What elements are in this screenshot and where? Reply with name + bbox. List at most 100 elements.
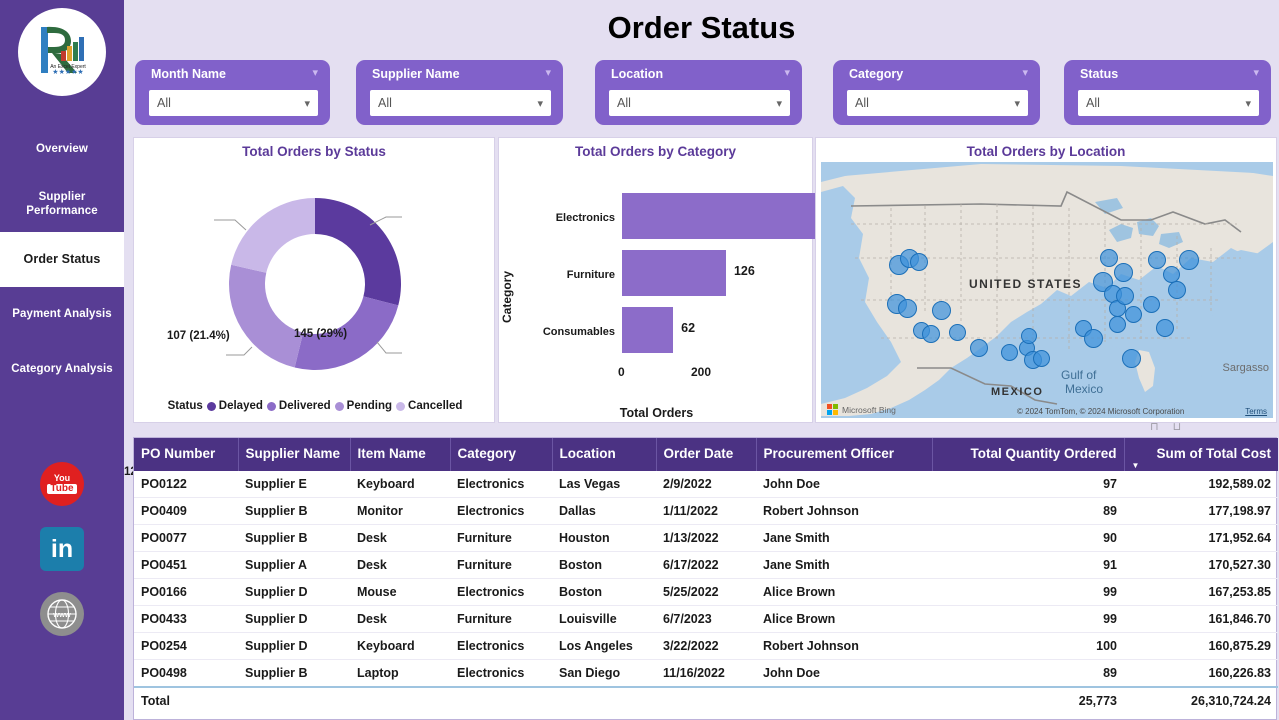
column-header-order-date[interactable]: Order Date: [656, 438, 756, 471]
column-header-supplier-name[interactable]: Supplier Name: [238, 438, 350, 471]
website-icon[interactable]: www: [40, 592, 84, 636]
map-bubble[interactable]: [1100, 249, 1118, 267]
donut-slice-delayed[interactable]: [315, 198, 401, 305]
chevron-down-icon: ▾: [1245, 97, 1251, 110]
bar-chart-x-axis-label: Total Orders: [499, 406, 814, 420]
column-header-po-number[interactable]: PO Number: [134, 438, 238, 471]
slicer-location[interactable]: Location ▾ All ▾: [595, 60, 802, 125]
cell-category: Electronics: [450, 471, 552, 498]
slicer-dropdown[interactable]: All ▾: [847, 90, 1028, 116]
table-row[interactable]: PO0451Supplier ADeskFurnitureBoston6/17/…: [134, 552, 1278, 579]
table-row[interactable]: PO0433Supplier DDeskFurnitureLouisville6…: [134, 606, 1278, 633]
map-bubble[interactable]: [1168, 281, 1186, 299]
cell-procurement-officer: Robert Johnson: [756, 633, 932, 660]
map-bubble[interactable]: [910, 253, 928, 271]
map-bubble[interactable]: [1114, 263, 1133, 282]
map-bubble[interactable]: [1109, 316, 1126, 333]
map-bubble[interactable]: [1001, 344, 1018, 361]
legend-item-pending[interactable]: Pending: [335, 400, 392, 412]
cell-order-date: 2/9/2022: [656, 471, 756, 498]
chevron-down-icon: ▾: [537, 97, 543, 110]
cell-po-number: PO0254: [134, 633, 238, 660]
table-row[interactable]: PO0409Supplier BMonitorElectronicsDallas…: [134, 498, 1278, 525]
table-row[interactable]: PO0077Supplier BDeskFurnitureHouston1/13…: [134, 525, 1278, 552]
column-header-label: Category: [458, 446, 517, 461]
donut-label-delayed: 145 (29%): [294, 328, 347, 340]
sidebar-item-order-status[interactable]: Order Status: [0, 232, 124, 287]
table-row[interactable]: PO0166Supplier DMouseElectronicsBoston5/…: [134, 579, 1278, 606]
chevron-down-icon[interactable]: ▾: [1022, 68, 1028, 79]
table-row[interactable]: PO0122Supplier EKeyboardElectronicsLas V…: [134, 471, 1278, 498]
column-header-category[interactable]: Category: [450, 438, 552, 471]
map-bubble[interactable]: [922, 325, 940, 343]
legend-item-cancelled[interactable]: Cancelled: [396, 400, 462, 412]
sidebar-item-payment-analysis[interactable]: Payment Analysis: [0, 287, 124, 342]
filter-icon[interactable]: ⊓: [1150, 420, 1159, 433]
sidebar-item-overview[interactable]: Overview: [0, 122, 124, 177]
slicer-supplier-name[interactable]: Supplier Name ▾ All ▾: [356, 60, 563, 125]
sidebar-item-category-analysis[interactable]: Category Analysis: [0, 342, 124, 397]
cell-procurement-officer: Jane Smith: [756, 525, 932, 552]
chevron-down-icon[interactable]: ▾: [545, 68, 551, 79]
map-bubble[interactable]: [970, 339, 988, 357]
slicer-dropdown[interactable]: All ▾: [1078, 90, 1259, 116]
chevron-down-icon[interactable]: ▾: [312, 68, 318, 79]
focus-mode-icon[interactable]: ⊔: [1173, 420, 1182, 433]
legend-item-delayed[interactable]: Delayed: [207, 400, 263, 412]
bar-consumables[interactable]: [622, 307, 673, 353]
column-header-item-name[interactable]: Item Name: [350, 438, 450, 471]
slicer-category[interactable]: Category ▾ All ▾: [833, 60, 1040, 125]
column-header-procurement-officer[interactable]: Procurement Officer: [756, 438, 932, 471]
table-row[interactable]: PO0254Supplier DKeyboardElectronicsLos A…: [134, 633, 1278, 660]
bar-chart-visual[interactable]: Total Orders by Category Category Electr…: [498, 137, 813, 423]
table-body: PO0122Supplier EKeyboardElectronicsLas V…: [134, 471, 1278, 687]
cell-supplier-name: Supplier B: [238, 498, 350, 525]
cell-order-date: 6/7/2023: [656, 606, 756, 633]
legend-item-delivered[interactable]: Delivered: [267, 400, 331, 412]
map-bubble[interactable]: [1163, 266, 1180, 283]
linkedin-icon-label: in: [40, 527, 84, 571]
map-bubble[interactable]: [898, 299, 917, 318]
sidebar-item-supplier-performance[interactable]: Supplier Performance: [0, 177, 124, 232]
chevron-down-icon[interactable]: ▾: [1253, 68, 1259, 79]
slicer-dropdown[interactable]: All ▾: [370, 90, 551, 116]
map-bubble[interactable]: [949, 324, 966, 341]
slicer-dropdown[interactable]: All ▾: [609, 90, 790, 116]
donut-slice-pending[interactable]: [229, 265, 303, 368]
donut-slice-cancelled[interactable]: [231, 198, 315, 273]
table-row[interactable]: PO0498Supplier BLaptopElectronicsSan Die…: [134, 660, 1278, 688]
slicer-status[interactable]: Status ▾ All ▾: [1064, 60, 1271, 125]
linkedin-icon[interactable]: in: [40, 527, 84, 571]
cell-item-name: Mouse: [350, 579, 450, 606]
map-bubble[interactable]: [1033, 350, 1050, 367]
slicer-dropdown[interactable]: All ▾: [149, 90, 318, 116]
map-bubble[interactable]: [1148, 251, 1166, 269]
map-bubble[interactable]: [1122, 349, 1141, 368]
map-canvas[interactable]: UNITED STATES MEXICO Gulf of Mexico Sarg…: [821, 162, 1273, 418]
company-logo: An Excel Expert ★★★★★: [18, 8, 106, 96]
youtube-icon[interactable]: You Tube: [40, 462, 84, 506]
map-bubble[interactable]: [1021, 328, 1037, 344]
orders-table-visual[interactable]: PO NumberSupplier NameItem Name Category L…: [133, 437, 1277, 720]
bar-furniture[interactable]: [622, 250, 726, 296]
map-visual[interactable]: Total Orders by Location: [815, 137, 1277, 423]
map-terms-link[interactable]: Terms: [1245, 407, 1267, 416]
column-header-location[interactable]: Location: [552, 438, 656, 471]
cell-sum-of-total-cost: 167,253.85: [1124, 579, 1278, 606]
chevron-down-icon[interactable]: ▾: [784, 68, 790, 79]
map-bubble[interactable]: [1116, 287, 1134, 305]
map-bubble[interactable]: [1156, 319, 1174, 337]
cell-procurement-officer: Robert Johnson: [756, 498, 932, 525]
cell-item-name: Desk: [350, 525, 450, 552]
map-bubble[interactable]: [1125, 306, 1142, 323]
slicer-month-name[interactable]: Month Name ▾ All ▾: [135, 60, 330, 125]
map-bubble[interactable]: [1179, 250, 1199, 270]
cell-location: Los Angeles: [552, 633, 656, 660]
map-bubble[interactable]: [932, 301, 951, 320]
map-bubble[interactable]: [1084, 329, 1103, 348]
column-header-total-quantity-ordered[interactable]: Total Quantity Ordered: [932, 438, 1124, 471]
column-header-sum-of-total-cost[interactable]: Sum of Total Cost▼: [1124, 438, 1278, 471]
cell-total-quantity-ordered: 99: [932, 606, 1124, 633]
donut-chart-visual[interactable]: Total Orders by Status 145 (29%) 124 (24…: [133, 137, 495, 423]
map-bubble[interactable]: [1143, 296, 1160, 313]
